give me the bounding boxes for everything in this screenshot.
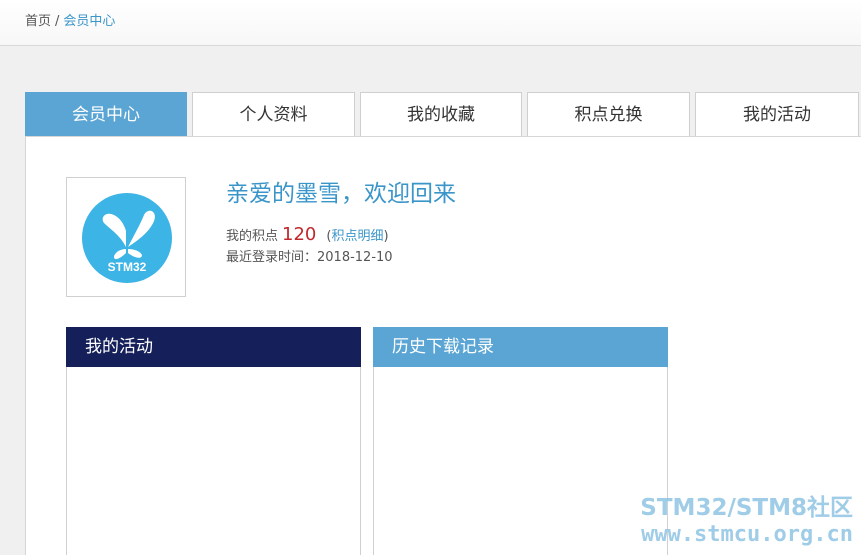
tab-points-exchange[interactable]: 积点兑换: [527, 92, 690, 136]
points-paren-close: ): [383, 229, 389, 244]
points-summary: 我的积点 120 (积点明细): [226, 222, 389, 250]
my-activities-box: 我的活动: [66, 327, 361, 555]
tab-my-activities[interactable]: 我的活动: [695, 92, 859, 136]
download-history-title: 历史下载记录: [373, 327, 668, 367]
tab-favorites[interactable]: 我的收藏: [360, 92, 522, 136]
avatar[interactable]: STM32: [66, 177, 186, 297]
welcome-message: 亲爱的墨雪，欢迎回来: [226, 181, 456, 207]
points-detail-link[interactable]: 积点明细: [331, 229, 383, 244]
tab-profile[interactable]: 个人资料: [192, 92, 355, 136]
my-activities-title: 我的活动: [66, 327, 361, 367]
breadcrumb-home-link[interactable]: 首页: [25, 14, 51, 29]
breadcrumb: 首页 / 会员中心: [25, 14, 115, 30]
stm32-butterfly-logo-icon: STM32: [82, 193, 172, 283]
breadcrumb-separator: /: [55, 14, 60, 29]
avatar-text: STM32: [108, 260, 147, 274]
tab-member-center[interactable]: 会员中心: [25, 92, 187, 136]
last-login-time: 最近登录时间：2018-12-10: [226, 250, 393, 265]
points-label: 我的积点: [226, 229, 279, 244]
points-value: 120: [282, 224, 317, 245]
breadcrumb-current-link[interactable]: 会员中心: [63, 14, 115, 29]
top-bar: 首页 / 会员中心: [0, 0, 861, 46]
download-history-box: 历史下载记录: [373, 327, 668, 555]
